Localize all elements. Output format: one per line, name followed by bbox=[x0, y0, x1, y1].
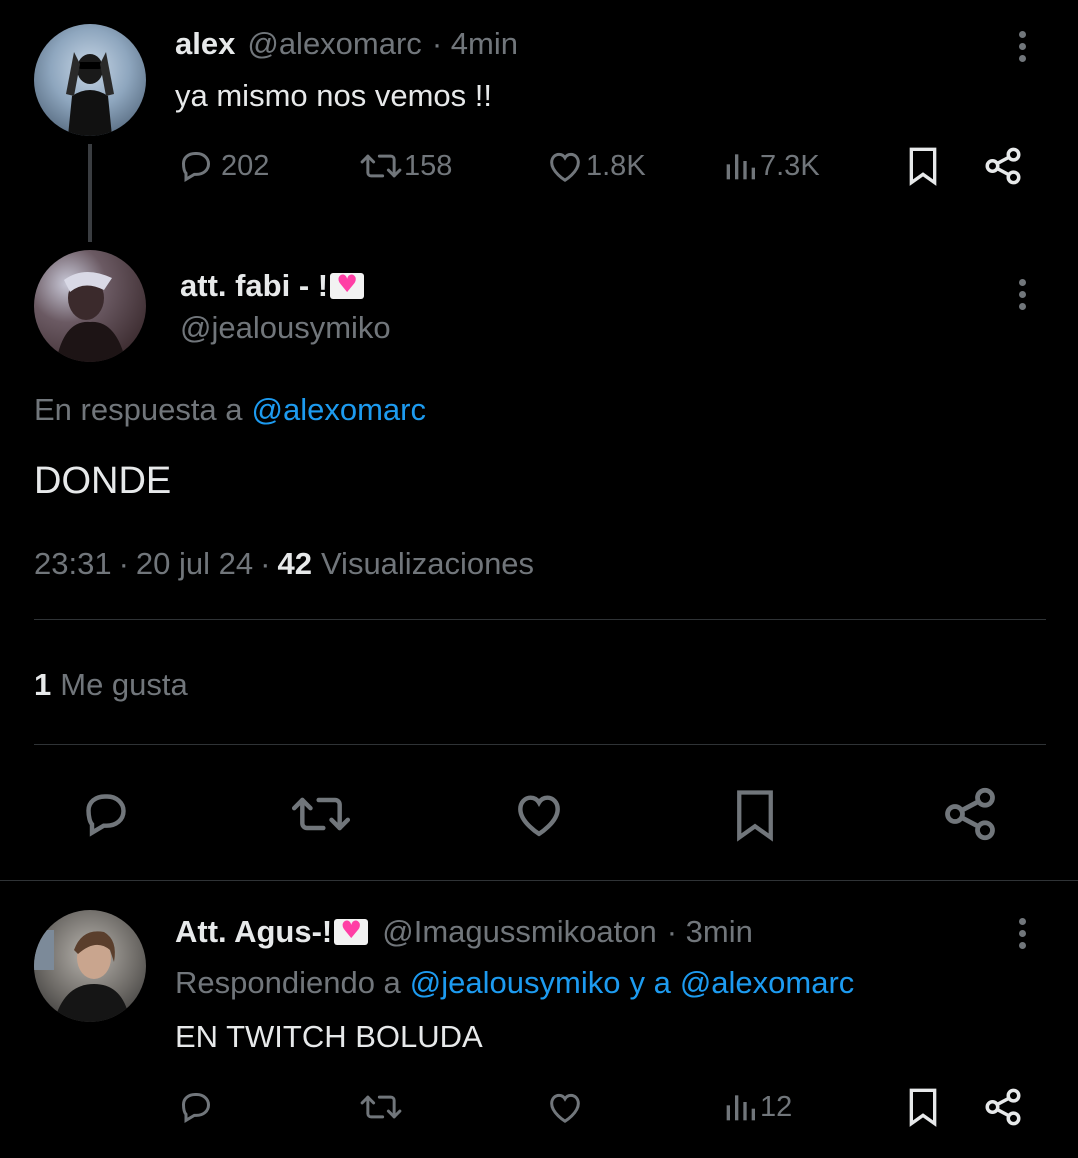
more-icon bbox=[1018, 918, 1026, 925]
views-button[interactable]: 7.3K bbox=[720, 146, 820, 186]
mention-link[interactable]: @alexomarc bbox=[252, 392, 426, 428]
timestamp[interactable]: · 4min bbox=[432, 26, 518, 62]
handle[interactable]: @Imagussmikoaton bbox=[382, 914, 656, 950]
likes-count: 1 bbox=[34, 667, 52, 702]
like-count: 1.8K bbox=[586, 149, 646, 182]
reply-prefix: En respuesta a bbox=[34, 392, 243, 427]
avatar-alex[interactable] bbox=[34, 24, 146, 136]
retweet-icon bbox=[291, 797, 351, 831]
more-icon bbox=[1018, 31, 1026, 38]
heart-icon bbox=[550, 152, 580, 182]
handle[interactable]: @jealousymiko bbox=[180, 310, 391, 346]
reply-count: 202 bbox=[221, 149, 270, 182]
bookmark-button[interactable] bbox=[728, 784, 782, 846]
reply-context: En respuesta a @alexomarc bbox=[34, 392, 426, 428]
mention-link[interactable]: @jealousymiko bbox=[410, 965, 621, 1001]
view-count: 7.3K bbox=[760, 149, 820, 182]
retweet-button[interactable]: 158 bbox=[358, 146, 452, 186]
display-name[interactable]: att. fabi - ! bbox=[180, 268, 328, 304]
tweet-date[interactable]: 20 jul 24 bbox=[136, 546, 253, 582]
views-label: Visualizaciones bbox=[320, 546, 535, 581]
views-icon bbox=[726, 1095, 755, 1121]
views-count: 42 bbox=[277, 546, 312, 581]
retweet-icon bbox=[360, 154, 402, 178]
bookmark-icon bbox=[737, 790, 773, 842]
like-button[interactable] bbox=[544, 1087, 586, 1127]
retweet-icon bbox=[360, 1095, 402, 1119]
views-button[interactable]: 12 bbox=[720, 1087, 792, 1127]
section-divider bbox=[0, 880, 1078, 881]
reply-icon bbox=[181, 1093, 211, 1123]
handle[interactable]: @alexomarc bbox=[247, 26, 421, 62]
tweet-header: alex @alexomarc · 4min bbox=[175, 26, 518, 62]
reply-prefix: Respondiendo a bbox=[175, 965, 401, 1000]
heart-icon bbox=[518, 795, 560, 837]
reply-button[interactable]: 202 bbox=[176, 146, 269, 186]
more-options-button[interactable] bbox=[1017, 31, 1027, 62]
share-button[interactable] bbox=[982, 145, 1024, 187]
more-options-button[interactable] bbox=[1017, 279, 1027, 310]
like-button[interactable]: 1.8K bbox=[544, 146, 646, 186]
tweet-text: DONDE bbox=[34, 460, 172, 502]
author-info: att. fabi - ! @jealousymiko bbox=[180, 268, 391, 346]
timestamp[interactable]: · 3min bbox=[667, 914, 753, 950]
share-icon bbox=[945, 787, 995, 841]
reply-icon bbox=[86, 794, 126, 837]
divider bbox=[34, 744, 1046, 745]
tweet-text: ya mismo nos vemos !! bbox=[175, 78, 492, 113]
tweet-time[interactable]: 23:31 bbox=[34, 546, 112, 582]
reply-icon bbox=[181, 152, 211, 182]
retweet-count: 158 bbox=[404, 149, 453, 182]
view-count: 12 bbox=[760, 1090, 793, 1123]
likes-label: Me gusta bbox=[60, 667, 188, 702]
retweet-button[interactable] bbox=[288, 786, 354, 842]
reply-button[interactable] bbox=[78, 786, 134, 842]
more-options-button[interactable] bbox=[1017, 918, 1027, 949]
bookmark-button[interactable] bbox=[903, 1085, 943, 1129]
mention-link[interactable]: @alexomarc bbox=[680, 965, 854, 1001]
bookmark-button[interactable] bbox=[903, 144, 943, 188]
reply-context: Respondiendo a @jealousymiko y a @alexom… bbox=[175, 965, 854, 1001]
avatar-agus[interactable] bbox=[34, 910, 146, 1022]
bookmark-icon bbox=[909, 1088, 937, 1127]
retweet-button[interactable] bbox=[358, 1087, 404, 1127]
display-name[interactable]: alex bbox=[175, 26, 235, 62]
display-name[interactable]: Att. Agus-! bbox=[175, 914, 332, 950]
heart-emoji-icon bbox=[334, 916, 369, 945]
bookmark-icon bbox=[909, 147, 937, 186]
tweet-text: EN TWITCH BOLUDA bbox=[175, 1019, 483, 1054]
heart-emoji-icon bbox=[330, 270, 365, 299]
tweet-header: Att. Agus-! @Imagussmikoaton · 3min bbox=[175, 914, 753, 950]
share-icon bbox=[985, 1088, 1021, 1126]
share-button[interactable] bbox=[982, 1086, 1024, 1128]
avatar-fabi[interactable] bbox=[34, 250, 146, 362]
likes-summary[interactable]: 1 Me gusta bbox=[34, 667, 188, 703]
share-button[interactable] bbox=[940, 784, 1000, 844]
reply-button[interactable] bbox=[176, 1087, 216, 1127]
reply-join: y a bbox=[629, 965, 671, 1000]
more-icon bbox=[1018, 279, 1026, 286]
divider bbox=[34, 619, 1046, 620]
views-icon bbox=[726, 154, 755, 180]
heart-icon bbox=[550, 1093, 580, 1123]
tweet-meta: 23:31 · 20 jul 24 · 42 Visualizaciones bbox=[34, 546, 535, 582]
thread-connector bbox=[88, 144, 92, 242]
share-icon bbox=[985, 147, 1021, 185]
like-button[interactable] bbox=[509, 786, 569, 842]
